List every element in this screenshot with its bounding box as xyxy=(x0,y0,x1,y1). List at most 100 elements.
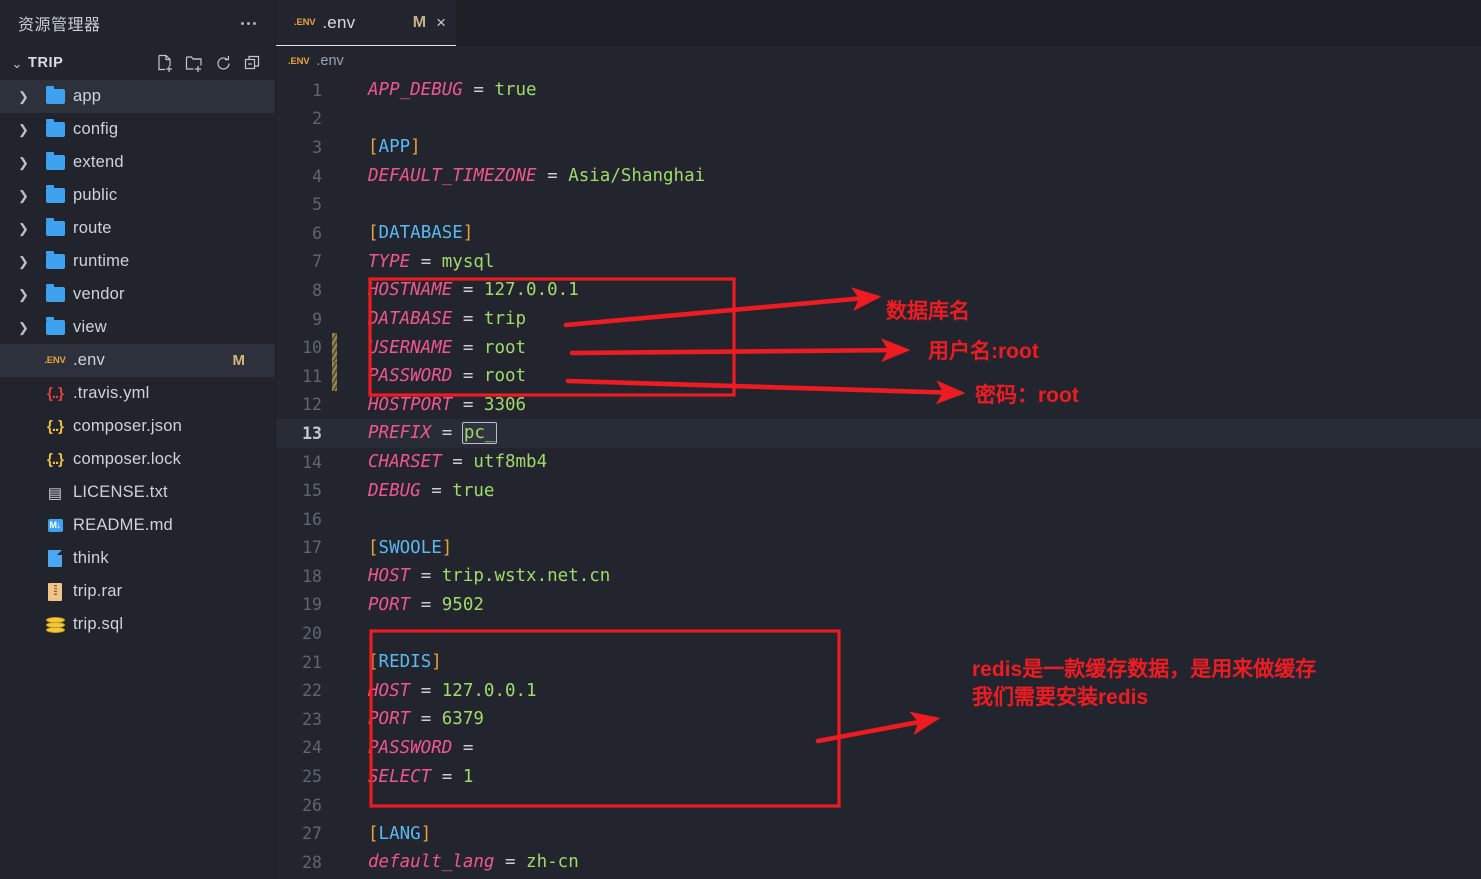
line-content[interactable]: [DATABASE] xyxy=(332,223,473,243)
line-content[interactable]: DEFAULT_TIMEZONE = Asia/Shanghai xyxy=(332,166,705,186)
file-type-icon xyxy=(40,284,70,302)
code-token: DATABASE xyxy=(368,309,453,330)
code-line[interactable]: 20 xyxy=(276,619,1481,648)
code-line[interactable]: 17 [SWOOLE] xyxy=(276,534,1481,563)
chevron-right-icon[interactable]: ❯ xyxy=(18,254,40,270)
chevron-down-icon[interactable]: ⌄ xyxy=(6,57,28,70)
code-line[interactable]: 15 DEBUG = true xyxy=(276,476,1481,505)
code-line[interactable]: 7 TYPE = mysql xyxy=(276,248,1481,277)
tree-item-config[interactable]: ❯ config xyxy=(0,113,275,146)
code-line[interactable]: 3 [APP] xyxy=(276,133,1481,162)
code-line[interactable]: 19 PORT = 9502 xyxy=(276,591,1481,620)
chevron-right-icon[interactable]: ❯ xyxy=(18,155,40,171)
tree-item-composer-lock[interactable]: {..} composer.lock xyxy=(0,443,275,476)
refresh-icon[interactable] xyxy=(210,50,236,76)
tree-item-public[interactable]: ❯ public xyxy=(0,179,275,212)
new-folder-icon[interactable] xyxy=(181,50,207,76)
code-line[interactable]: 24 PASSWORD = xyxy=(276,734,1481,763)
chevron-right-icon[interactable]: ❯ xyxy=(18,221,40,237)
code-line[interactable]: 21 [REDIS] xyxy=(276,648,1481,677)
tree-item-composer-json[interactable]: {..} composer.json xyxy=(0,410,275,443)
line-content[interactable]: SELECT = 1 xyxy=(332,767,473,787)
breadcrumb-label[interactable]: .env xyxy=(316,53,343,69)
line-number: 22 xyxy=(302,681,322,701)
tree-item-vendor[interactable]: ❯ vendor xyxy=(0,278,275,311)
tree-item-travis-yml[interactable]: {..} .travis.yml xyxy=(0,377,275,410)
line-content[interactable]: DATABASE = trip xyxy=(332,309,526,329)
line-content[interactable]: CHARSET = utf8mb4 xyxy=(332,452,547,472)
line-content[interactable]: [SWOOLE] xyxy=(332,538,452,558)
code-line[interactable]: 6 [DATABASE] xyxy=(276,219,1481,248)
code-line[interactable]: 2 xyxy=(276,105,1481,134)
workspace-root-row[interactable]: ⌄ TRIP xyxy=(0,46,275,80)
line-content[interactable]: [REDIS] xyxy=(332,652,442,672)
code-line[interactable]: 8 HOSTNAME = 127.0.0.1 xyxy=(276,276,1481,305)
line-content[interactable]: HOST = 127.0.0.1 xyxy=(332,681,537,701)
line-content[interactable]: HOST = trip.wstx.net.cn xyxy=(332,566,610,586)
tree-item-LICENSE-txt[interactable]: ▤ LICENSE.txt xyxy=(0,476,275,509)
close-icon[interactable]: × xyxy=(436,14,446,31)
tree-item-trip-rar[interactable]: trip.rar xyxy=(0,575,275,608)
code-line[interactable]: 26 xyxy=(276,791,1481,820)
file-type-icon: .ENV xyxy=(40,355,70,366)
line-content[interactable]: PREFIX = pc_ xyxy=(332,422,498,445)
code-line[interactable]: 12 HOSTPORT = 3306 xyxy=(276,391,1481,420)
explorer-title: 资源管理器 xyxy=(18,17,101,34)
code-line[interactable]: 22 HOST = 127.0.0.1 xyxy=(276,676,1481,705)
tree-item-env[interactable]: .ENV .env M xyxy=(0,344,275,377)
tree-item-view[interactable]: ❯ view xyxy=(0,311,275,344)
line-content[interactable]: DEBUG = true xyxy=(332,481,494,501)
code-line[interactable]: 5 xyxy=(276,190,1481,219)
line-content[interactable]: PASSWORD = root xyxy=(332,366,526,386)
line-content[interactable]: [APP] xyxy=(332,137,421,157)
code-line[interactable]: 4 DEFAULT_TIMEZONE = Asia/Shanghai xyxy=(276,162,1481,191)
line-content[interactable]: APP_DEBUG = true xyxy=(332,80,537,100)
explorer-actions xyxy=(152,50,275,76)
ellipsis-icon[interactable] xyxy=(235,12,261,34)
chevron-right-icon[interactable]: ❯ xyxy=(18,89,40,105)
collapse-all-icon[interactable] xyxy=(239,50,265,76)
line-content[interactable]: default_lang = zh-cn xyxy=(332,852,579,872)
tree-item-extend[interactable]: ❯ extend xyxy=(0,146,275,179)
code-line[interactable]: 25 SELECT = 1 xyxy=(276,762,1481,791)
line-content[interactable]: [LANG] xyxy=(332,824,431,844)
code-line[interactable]: 1 APP_DEBUG = true xyxy=(276,76,1481,105)
code-line[interactable]: 16 xyxy=(276,505,1481,534)
chevron-right-icon[interactable]: ❯ xyxy=(18,320,40,336)
tree-item-trip-sql[interactable]: trip.sql xyxy=(0,608,275,641)
code-line[interactable]: 10 USERNAME = root xyxy=(276,333,1481,362)
chevron-right-icon[interactable]: ❯ xyxy=(18,188,40,204)
code-line[interactable]: 9 DATABASE = trip xyxy=(276,305,1481,334)
code-line[interactable]: 14 CHARSET = utf8mb4 xyxy=(276,448,1481,477)
chevron-right-icon[interactable]: ❯ xyxy=(18,122,40,138)
code-line[interactable]: 28 default_lang = zh-cn xyxy=(276,848,1481,877)
line-content[interactable]: HOSTPORT = 3306 xyxy=(332,395,526,415)
line-content[interactable]: PORT = 6379 xyxy=(332,709,484,729)
chevron-right-icon[interactable]: ❯ xyxy=(18,287,40,303)
code-token: = xyxy=(410,709,442,730)
code-line[interactable]: 11 PASSWORD = root xyxy=(276,361,1481,391)
folder-icon xyxy=(45,317,65,335)
code-line[interactable]: 13 PREFIX = pc_ xyxy=(276,419,1481,448)
code-token: PASSWORD xyxy=(368,737,453,758)
file-type-icon: ▤ xyxy=(40,484,70,502)
line-content[interactable]: USERNAME = root xyxy=(332,338,526,358)
line-content[interactable]: HOSTNAME = 127.0.0.1 xyxy=(332,280,579,300)
line-content[interactable]: TYPE = mysql xyxy=(332,252,494,272)
code-token: TYPE xyxy=(368,251,411,272)
line-content[interactable]: PORT = 9502 xyxy=(332,595,484,615)
new-file-icon[interactable] xyxy=(152,50,178,76)
code-viewport[interactable]: 1 APP_DEBUG = true 2 3 [APP] 4 DEFAULT_T… xyxy=(276,76,1481,879)
env-file-icon: .ENV xyxy=(294,17,316,28)
tree-item-runtime[interactable]: ❯ runtime xyxy=(0,245,275,278)
line-content[interactable]: PASSWORD = xyxy=(332,738,473,758)
tab-env[interactable]: .ENV .env M × xyxy=(276,0,456,46)
code-line[interactable]: 23 PORT = 6379 xyxy=(276,705,1481,734)
tree-item-route[interactable]: ❯ route xyxy=(0,212,275,245)
tree-item-think[interactable]: think xyxy=(0,542,275,575)
code-line[interactable]: 27 [LANG] xyxy=(276,819,1481,848)
tree-item-app[interactable]: ❯ app xyxy=(0,80,275,113)
tree-item-README-md[interactable]: M↓ README.md xyxy=(0,509,275,542)
code-line[interactable]: 18 HOST = trip.wstx.net.cn xyxy=(276,562,1481,591)
text-file-icon: ▤ xyxy=(47,484,63,502)
